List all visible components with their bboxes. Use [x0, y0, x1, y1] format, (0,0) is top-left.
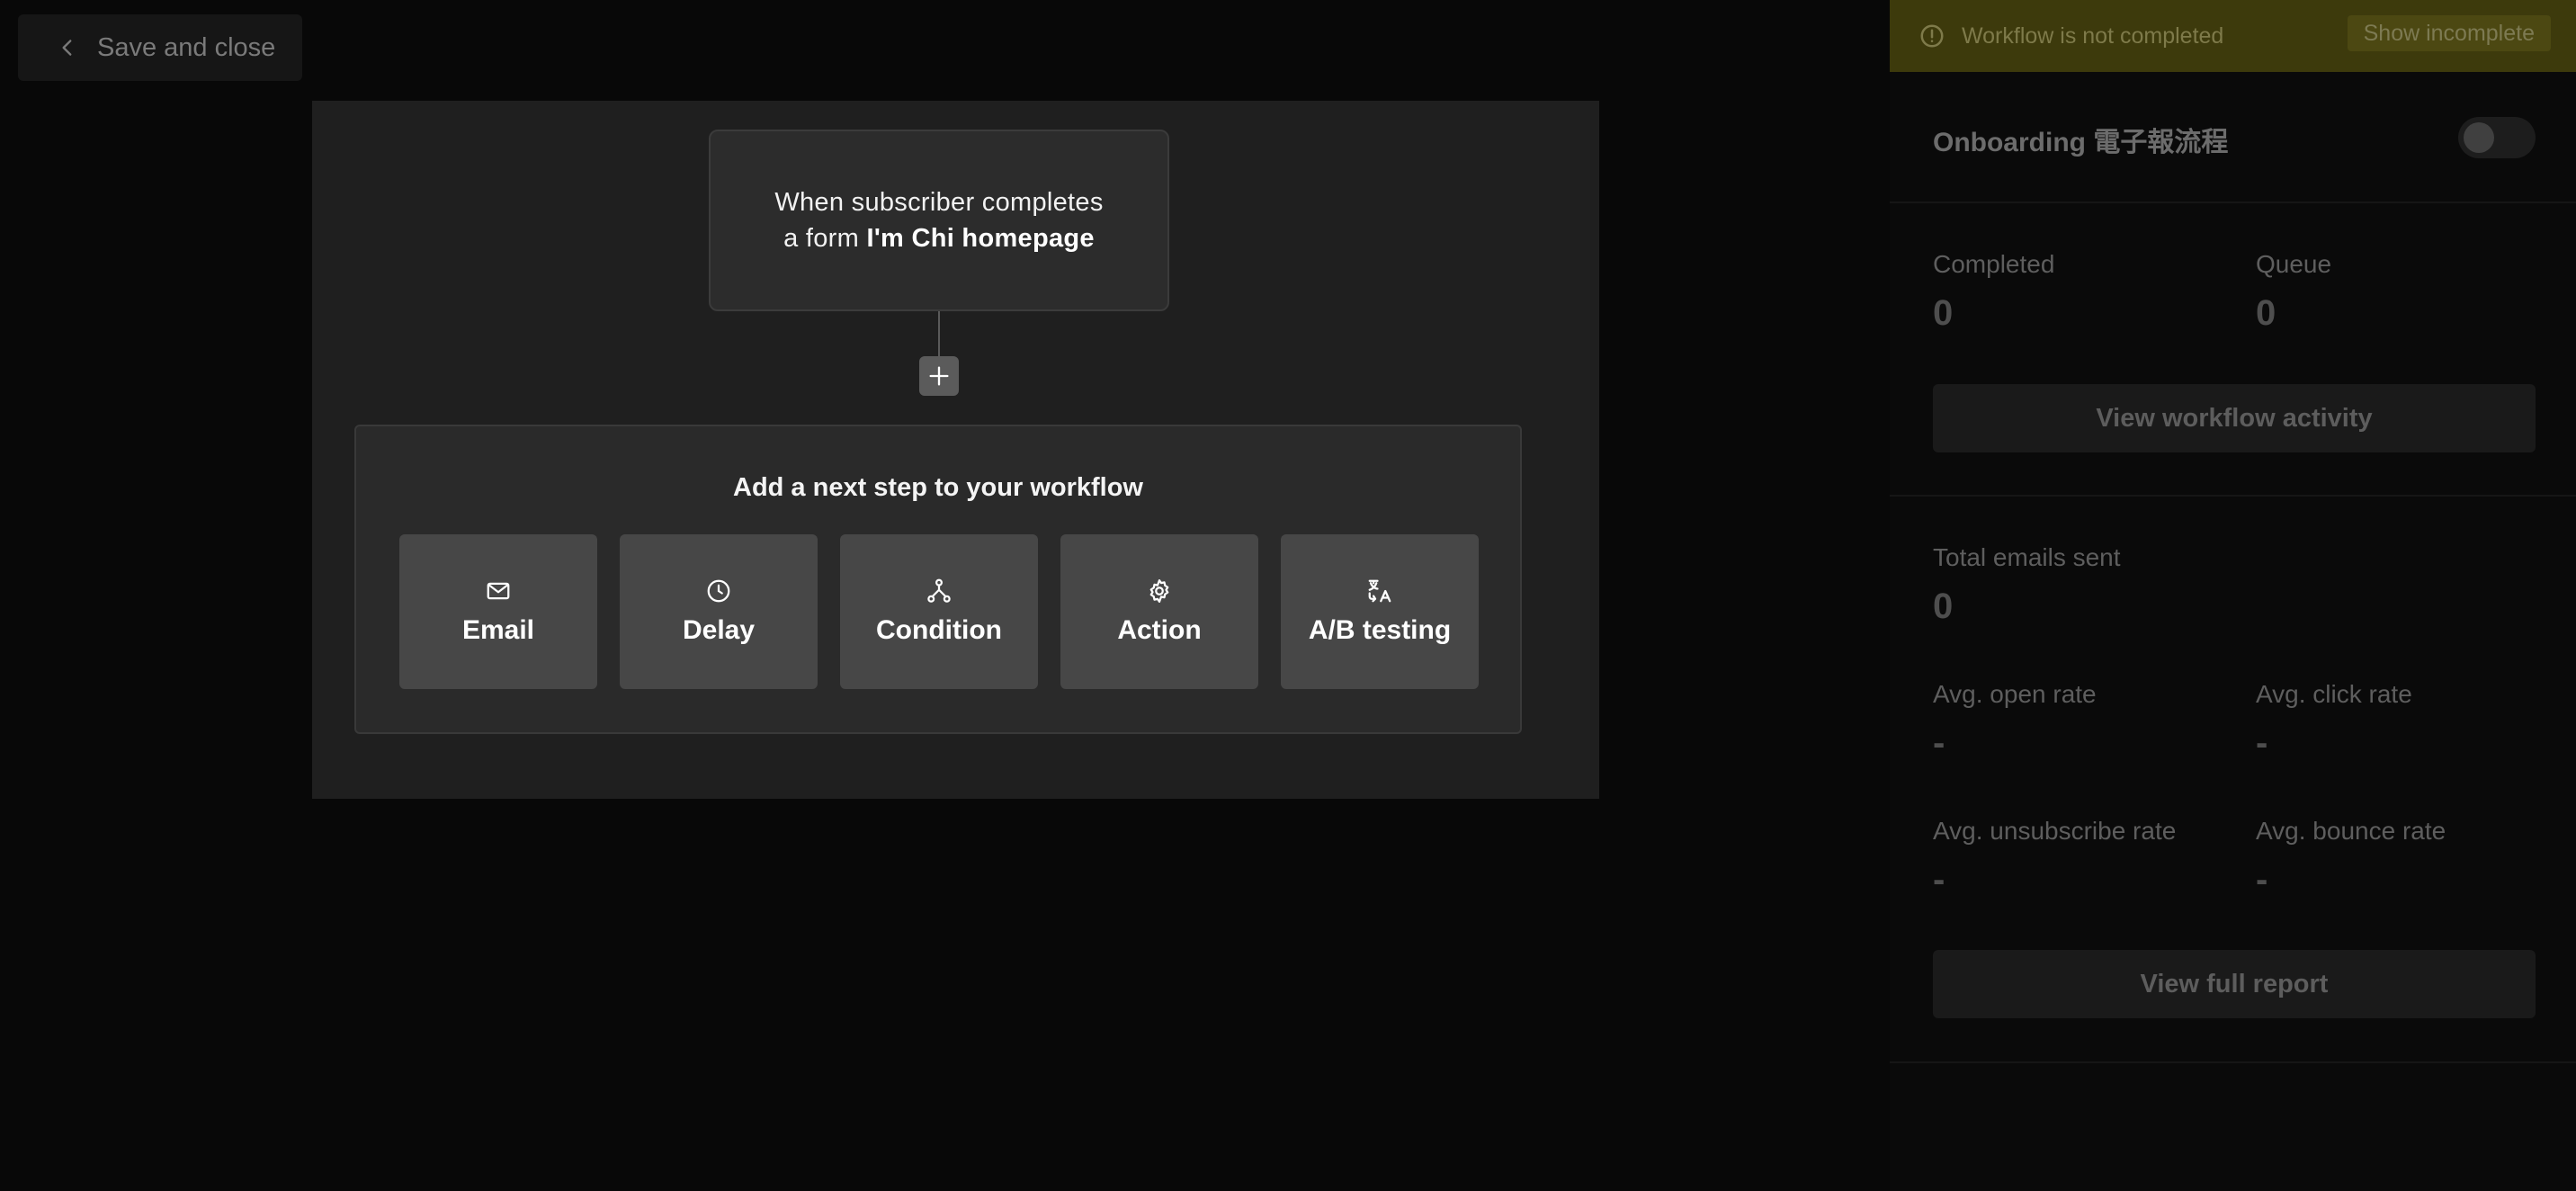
completed-label: Completed: [1933, 250, 2055, 278]
warning-circle-icon: [1920, 24, 1944, 48]
chevron-left-icon: [62, 40, 72, 56]
workflow-canvas[interactable]: When subscriber completes a form I'm Chi…: [312, 101, 1599, 799]
click-rate-value: -: [2256, 723, 2268, 763]
divider: [1890, 201, 2576, 203]
delay-step-button[interactable]: Delay: [620, 534, 818, 689]
trigger-text: When subscriber completes a form I'm Chi…: [765, 184, 1114, 256]
envelope-icon: [487, 582, 510, 600]
queue-label: Queue: [2256, 250, 2332, 278]
action-step-button[interactable]: Action: [1060, 534, 1258, 689]
add-step-button[interactable]: [919, 356, 959, 396]
trigger-form-name: I'm Chi homepage: [866, 224, 1095, 253]
toggle-knob: [2464, 122, 2494, 153]
unsubscribe-rate-label: Avg. unsubscribe rate: [1933, 817, 2177, 845]
branch-icon: [927, 578, 951, 603]
open-rate-value: -: [1933, 723, 1945, 763]
email-step-label: Email: [461, 615, 535, 645]
condition-step-label: Condition: [876, 615, 1002, 645]
bounce-rate-value: -: [2256, 860, 2268, 900]
next-step-title: Add a next step to your workflow: [733, 473, 1143, 502]
total-emails-label: Total emails sent: [1933, 543, 2121, 571]
workflow-editor: Save and close When subscriber completes…: [0, 0, 2576, 1191]
incomplete-message: Workflow is not completed: [1962, 22, 2224, 49]
workflow-sidebar: Workflow is not completed Show incomplet…: [1890, 0, 2576, 1191]
gear-icon: [1149, 579, 1169, 603]
view-full-report-button[interactable]: View full report: [1933, 950, 2536, 1018]
translate-icon: [1368, 579, 1391, 603]
queue-value: 0: [2256, 293, 2276, 333]
ab-testing-step-button[interactable]: A/B testing: [1281, 534, 1479, 689]
divider: [1890, 1061, 2576, 1063]
trigger-node[interactable]: When subscriber completes a form I'm Chi…: [709, 130, 1169, 311]
bounce-rate-label: Avg. bounce rate: [2256, 817, 2446, 845]
ab-testing-step-label: A/B testing: [1308, 615, 1452, 645]
plus-icon: [929, 366, 949, 386]
email-step-button[interactable]: Email: [399, 534, 597, 689]
step-options: Email Delay Condition Action A/B testing: [399, 534, 1479, 689]
connector-line: [938, 311, 940, 356]
action-step-label: Action: [1117, 615, 1202, 645]
completed-value: 0: [1933, 293, 1954, 333]
total-emails-value: 0: [1933, 587, 1954, 626]
delay-step-label: Delay: [682, 615, 756, 645]
save-and-close-label: Save and close: [97, 32, 276, 62]
incomplete-banner: Workflow is not completed Show incomplet…: [1890, 0, 2576, 72]
next-step-panel: Add a next step to your workflow Email D…: [354, 425, 1522, 734]
clock-icon: [707, 579, 730, 603]
click-rate-label: Avg. click rate: [2256, 680, 2412, 708]
unsubscribe-rate-value: -: [1933, 860, 1945, 900]
divider: [1890, 495, 2576, 497]
save-and-close-button[interactable]: Save and close: [18, 14, 302, 81]
workflow-enable-toggle[interactable]: [2458, 117, 2536, 158]
open-rate-label: Avg. open rate: [1933, 680, 2097, 708]
workflow-name: Onboarding 電子報流程: [1933, 128, 2229, 157]
condition-step-button[interactable]: Condition: [840, 534, 1038, 689]
view-workflow-activity-button[interactable]: View workflow activity: [1933, 384, 2536, 452]
show-incomplete-button[interactable]: Show incomplete: [2347, 15, 2551, 51]
